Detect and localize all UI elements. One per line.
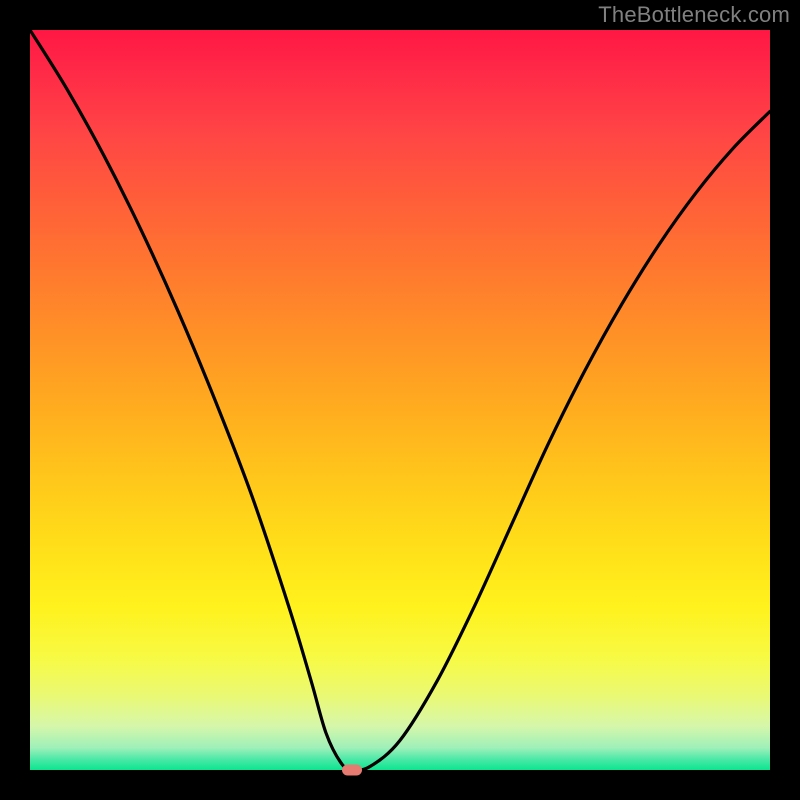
chart-container: TheBottleneck.com: [0, 0, 800, 800]
minimum-marker: [342, 765, 362, 776]
plot-area: [30, 30, 770, 770]
bottleneck-curve: [30, 30, 770, 770]
watermark-text: TheBottleneck.com: [598, 2, 790, 28]
